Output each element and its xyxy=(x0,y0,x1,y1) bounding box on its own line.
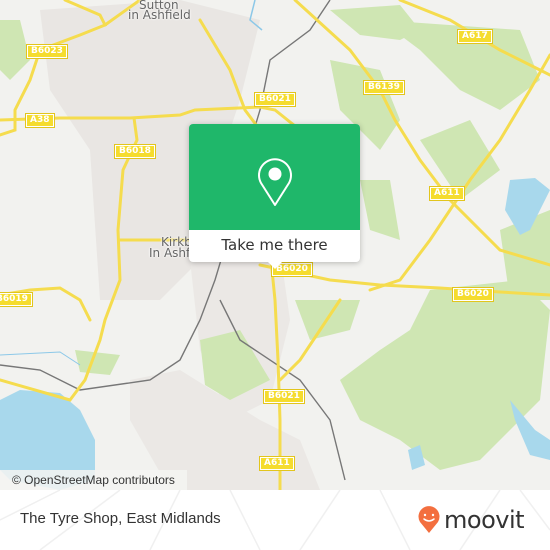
road-label-b6023: B6023 xyxy=(26,44,68,59)
road-label-b6020-right: B6020 xyxy=(452,287,494,302)
place-label-in-ashfield: in Ashfield xyxy=(128,8,191,22)
location-popup: Take me there xyxy=(189,124,360,269)
road-label-b6021-top: B6021 xyxy=(254,92,296,107)
popup-pointer xyxy=(266,260,284,269)
place-name: The Tyre Shop, East Midlands xyxy=(20,510,221,527)
moovit-wordmark: moovit xyxy=(444,506,525,534)
map[interactable]: Sutton in Ashfield Kirkby In Ashfield B6… xyxy=(0,0,550,490)
road-label-b6139: B6139 xyxy=(363,80,405,95)
road-label-b6018: B6018 xyxy=(114,144,156,159)
popup-header xyxy=(189,124,360,230)
road-label-a611-top: A611 xyxy=(429,186,465,201)
road-label-a617: A617 xyxy=(457,29,493,44)
road-label-b6019: B6019 xyxy=(0,292,33,307)
road-label-a611-bottom: A611 xyxy=(259,456,295,471)
road-label-b6021-bottom: B6021 xyxy=(263,389,305,404)
moovit-logo[interactable]: moovit xyxy=(417,503,525,537)
take-me-there-button[interactable]: Take me there xyxy=(189,230,360,262)
road-label-a38: A38 xyxy=(25,113,55,128)
map-pin-icon xyxy=(258,158,292,206)
footer: The Tyre Shop, East Midlands moovit xyxy=(0,490,550,550)
moovit-pin-icon xyxy=(418,506,440,533)
map-attribution[interactable]: © OpenStreetMap contributors xyxy=(0,470,187,490)
